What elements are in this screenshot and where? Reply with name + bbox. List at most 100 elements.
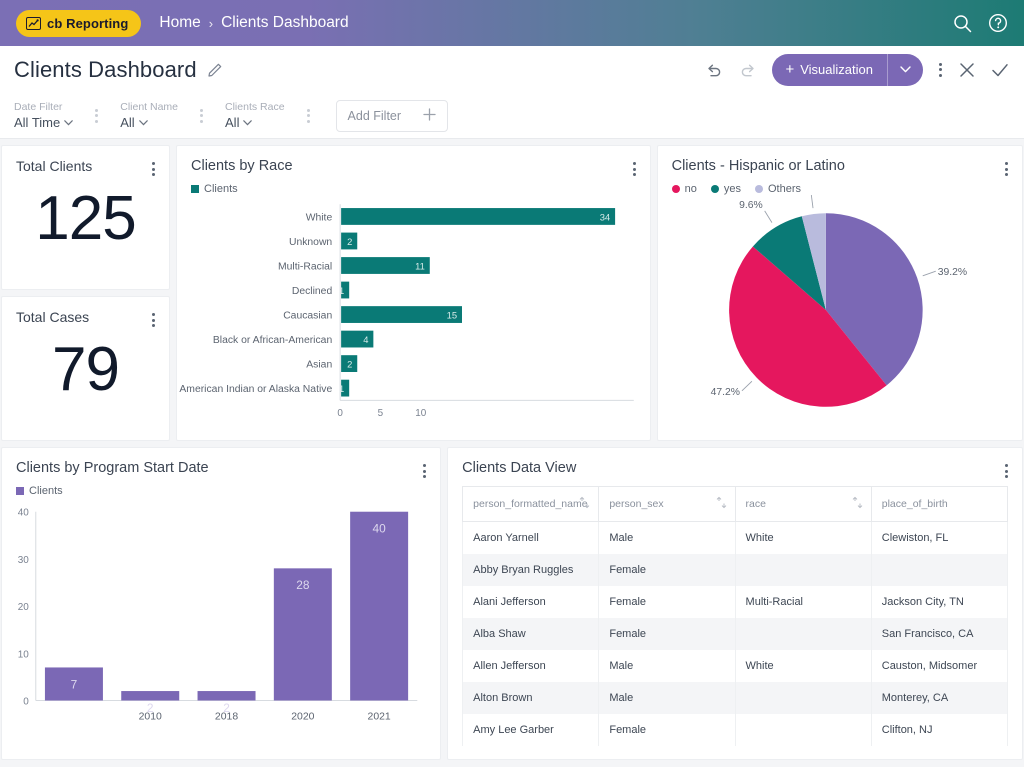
add-filter-button[interactable]: Add Filter (335, 99, 449, 132)
column-header-race[interactable]: race (734, 486, 872, 522)
filter-value-text: All (120, 115, 135, 130)
table-row[interactable]: Abby Bryan Ruggles Female (462, 554, 1009, 586)
table-row[interactable]: Amy Lee Garber Female Clifton, NJ (462, 714, 1009, 746)
svg-text:2018: 2018 (215, 711, 238, 722)
search-icon[interactable] (953, 14, 972, 33)
add-visualization-button[interactable]: + Visualization (772, 53, 923, 86)
brand-logo[interactable]: cb Reporting (16, 9, 142, 37)
app-header: cb Reporting Home › Clients Dashboard (0, 0, 1024, 46)
table-cell: San Francisco, CA (870, 618, 1009, 650)
help-circle-icon[interactable] (988, 13, 1008, 33)
table-cell: Alani Jefferson (462, 586, 600, 618)
data-view-table-wrapper[interactable]: person_formatted_name person_sex race place… (448, 476, 1022, 746)
column-header-person-formatted-name[interactable]: person_formatted_name (462, 486, 600, 522)
kebab-menu-icon[interactable] (150, 311, 157, 329)
filter-date-filter[interactable]: Date Filter All Time (14, 100, 74, 131)
table-cell (734, 554, 872, 586)
breadcrumb-home[interactable]: Home (159, 14, 200, 32)
table-row[interactable]: Alba Shaw Female San Francisco, CA (462, 618, 1009, 650)
data-view-card[interactable]: Clients Data View person_formatted_name p… (447, 447, 1023, 760)
kpi-card-total-clients[interactable]: Total Clients 125 (1, 145, 170, 290)
breadcrumb-current[interactable]: Clients Dashboard (221, 14, 349, 32)
filter-client-name[interactable]: Client Name All (120, 100, 178, 131)
table-cell (734, 682, 872, 714)
chevron-down-icon[interactable] (888, 66, 923, 73)
filter-value[interactable]: All (120, 114, 178, 131)
column-header-person-sex[interactable]: person_sex (598, 486, 736, 522)
filter-label: Date Filter (14, 101, 63, 113)
sort-icon[interactable] (716, 496, 727, 512)
chart-card-program-start-date[interactable]: Clients by Program Start Date Clients 0 1… (1, 447, 442, 760)
svg-text:7: 7 (71, 677, 78, 691)
dashboard-row-2: Clients by Program Start Date Clients 0 1… (0, 447, 1024, 760)
svg-text:10: 10 (18, 649, 30, 660)
table-cell: Abby Bryan Ruggles (462, 554, 600, 586)
column-header-place-of-birth[interactable]: place_of_birth (870, 486, 1009, 522)
kebab-menu-icon[interactable] (421, 462, 428, 480)
kebab-menu-icon[interactable] (1003, 462, 1010, 480)
chart-legend: no yes Others (658, 174, 1022, 195)
sort-icon[interactable] (579, 496, 590, 512)
svg-text:Black or African-American: Black or African-American (213, 335, 333, 346)
kebab-menu-icon[interactable] (150, 160, 157, 178)
redo-icon[interactable] (738, 60, 758, 80)
legend-item-yes[interactable]: yes (710, 183, 741, 195)
close-icon[interactable] (958, 61, 976, 79)
legend-label: Others (767, 183, 801, 195)
chart-card-clients-by-race[interactable]: Clients by Race Clients White 34 Unknown 2 M… (176, 145, 651, 441)
table-cell: White (734, 521, 872, 554)
legend-label: no (684, 183, 697, 195)
pencil-icon[interactable] (207, 61, 224, 78)
filter-options-icon-2[interactable] (200, 108, 204, 123)
table-cell: Female (598, 618, 736, 650)
table-cell: Jackson City, TN (870, 586, 1009, 618)
filter-options-icon-1[interactable] (95, 108, 99, 123)
table-body: Aaron Yarnell Male White Clewiston, FL Abby … (462, 521, 1009, 746)
kebab-menu-icon[interactable] (937, 61, 944, 79)
undo-icon[interactable] (704, 60, 724, 80)
filter-options-icon-3[interactable] (306, 108, 310, 123)
chart-card-hispanic-or-latino[interactable]: Clients - Hispanic or Latino no yes Othe… (656, 145, 1023, 441)
table-cell: Female (598, 714, 736, 746)
legend-item-clients[interactable]: Clients (191, 183, 238, 195)
kpi-card-total-cases[interactable]: Total Cases 79 (1, 296, 170, 441)
chart-title: Clients by Program Start Date (16, 460, 209, 476)
svg-text:5: 5 (378, 408, 384, 419)
filter-value[interactable]: All (225, 114, 285, 131)
kebab-menu-icon[interactable] (631, 160, 638, 178)
kpi-column: Total Clients 125 Total Cases 79 (1, 145, 170, 441)
chart-plot-hispanic-or-latino: 39.2% 47.2% 9.6% Others (710, 183, 967, 407)
sort-icon[interactable] (852, 496, 863, 512)
filter-value[interactable]: All Time (14, 114, 74, 131)
table-cell: Female (598, 554, 736, 586)
dashboard-actions: + Visualization (704, 53, 1010, 86)
chart-title: Clients - Hispanic or Latino (671, 158, 845, 174)
chevron-down-icon (243, 119, 253, 125)
kebab-menu-icon[interactable] (1003, 160, 1010, 178)
kpi-value: 125 (35, 184, 136, 253)
breadcrumb: Home › Clients Dashboard (159, 14, 348, 32)
svg-text:20: 20 (18, 602, 30, 613)
filter-clients-race[interactable]: Clients Race All (225, 100, 285, 131)
svg-text:1: 1 (339, 285, 344, 296)
legend-item-others[interactable]: Others (754, 183, 801, 195)
svg-text:47.2%: 47.2% (710, 387, 739, 398)
legend-swatch (16, 487, 24, 495)
chart-legend: Clients (2, 476, 440, 497)
plus-icon (423, 107, 436, 124)
check-icon[interactable] (990, 61, 1010, 79)
legend-item-no[interactable]: no (671, 183, 697, 195)
table-cell: Allen Jefferson (462, 650, 600, 682)
breadcrumb-separator: › (208, 15, 214, 31)
legend-item-clients[interactable]: Clients (16, 485, 63, 497)
table-row[interactable]: Alton Brown Male Monterey, CA (462, 682, 1009, 714)
table-row[interactable]: Alani Jefferson Female Multi-Racial Jackson… (462, 586, 1009, 618)
legend-swatch (710, 185, 719, 193)
dashboard-titlebar: Clients Dashboard + Visualization (0, 46, 1024, 93)
kpi-title: Total Clients (16, 158, 93, 174)
table-row[interactable]: Allen Jefferson Male White Causton, Midsome… (462, 650, 1009, 682)
svg-text:39.2%: 39.2% (937, 267, 966, 278)
brand-label: cb Reporting (47, 15, 129, 31)
table-row[interactable]: Aaron Yarnell Male White Clewiston, FL (462, 521, 1009, 554)
table-cell: Male (598, 521, 736, 554)
